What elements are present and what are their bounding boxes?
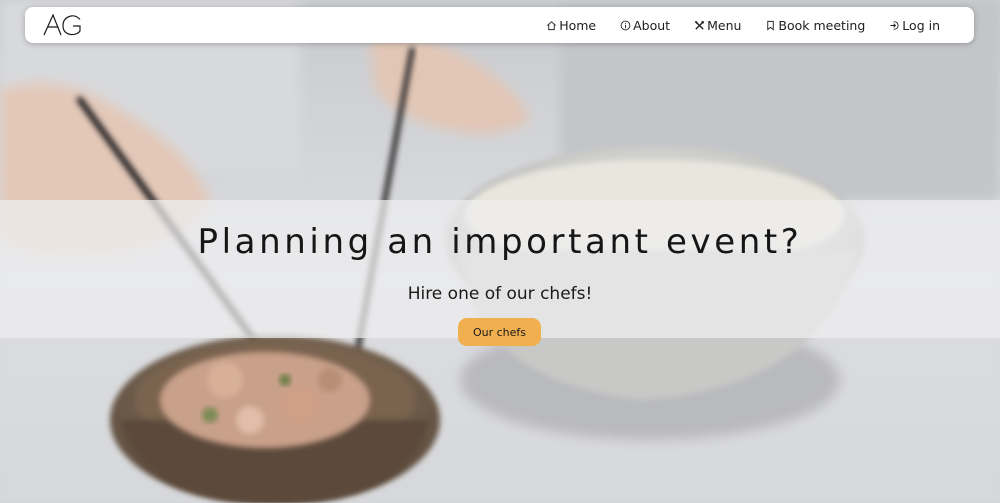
- nav-item-book-meeting[interactable]: Book meeting: [765, 18, 865, 33]
- nav-item-log-in[interactable]: Log in: [889, 18, 940, 33]
- nav-label-home: Home: [559, 17, 597, 33]
- info-icon: [620, 20, 631, 30]
- nav-label-menu: Menu: [707, 17, 742, 33]
- utensils-icon: [694, 20, 705, 30]
- our-chefs-button[interactable]: Our chefs: [458, 318, 541, 346]
- bookmark-icon: [767, 20, 775, 31]
- nav-label-book-meeting: Book meeting: [778, 17, 866, 33]
- page: Planning an important event? Hire one of…: [0, 0, 1000, 503]
- nav-links: Home About Menu Book meeting Log in: [546, 7, 974, 43]
- nav-item-home[interactable]: Home: [546, 18, 596, 33]
- hero-subtitle: Hire one of our chefs!: [407, 284, 593, 304]
- ag-logo[interactable]: AG: [43, 12, 85, 38]
- nav-label-log-in: Log in: [902, 17, 940, 33]
- hero-title: Planning an important event?: [197, 222, 803, 262]
- nav-item-menu[interactable]: Menu: [694, 18, 741, 33]
- home-icon: [547, 20, 557, 30]
- nav-label-about: About: [633, 17, 671, 33]
- login-icon: [890, 20, 899, 30]
- navbar: AG Home About: [25, 7, 974, 43]
- nav-item-about[interactable]: About: [620, 18, 670, 33]
